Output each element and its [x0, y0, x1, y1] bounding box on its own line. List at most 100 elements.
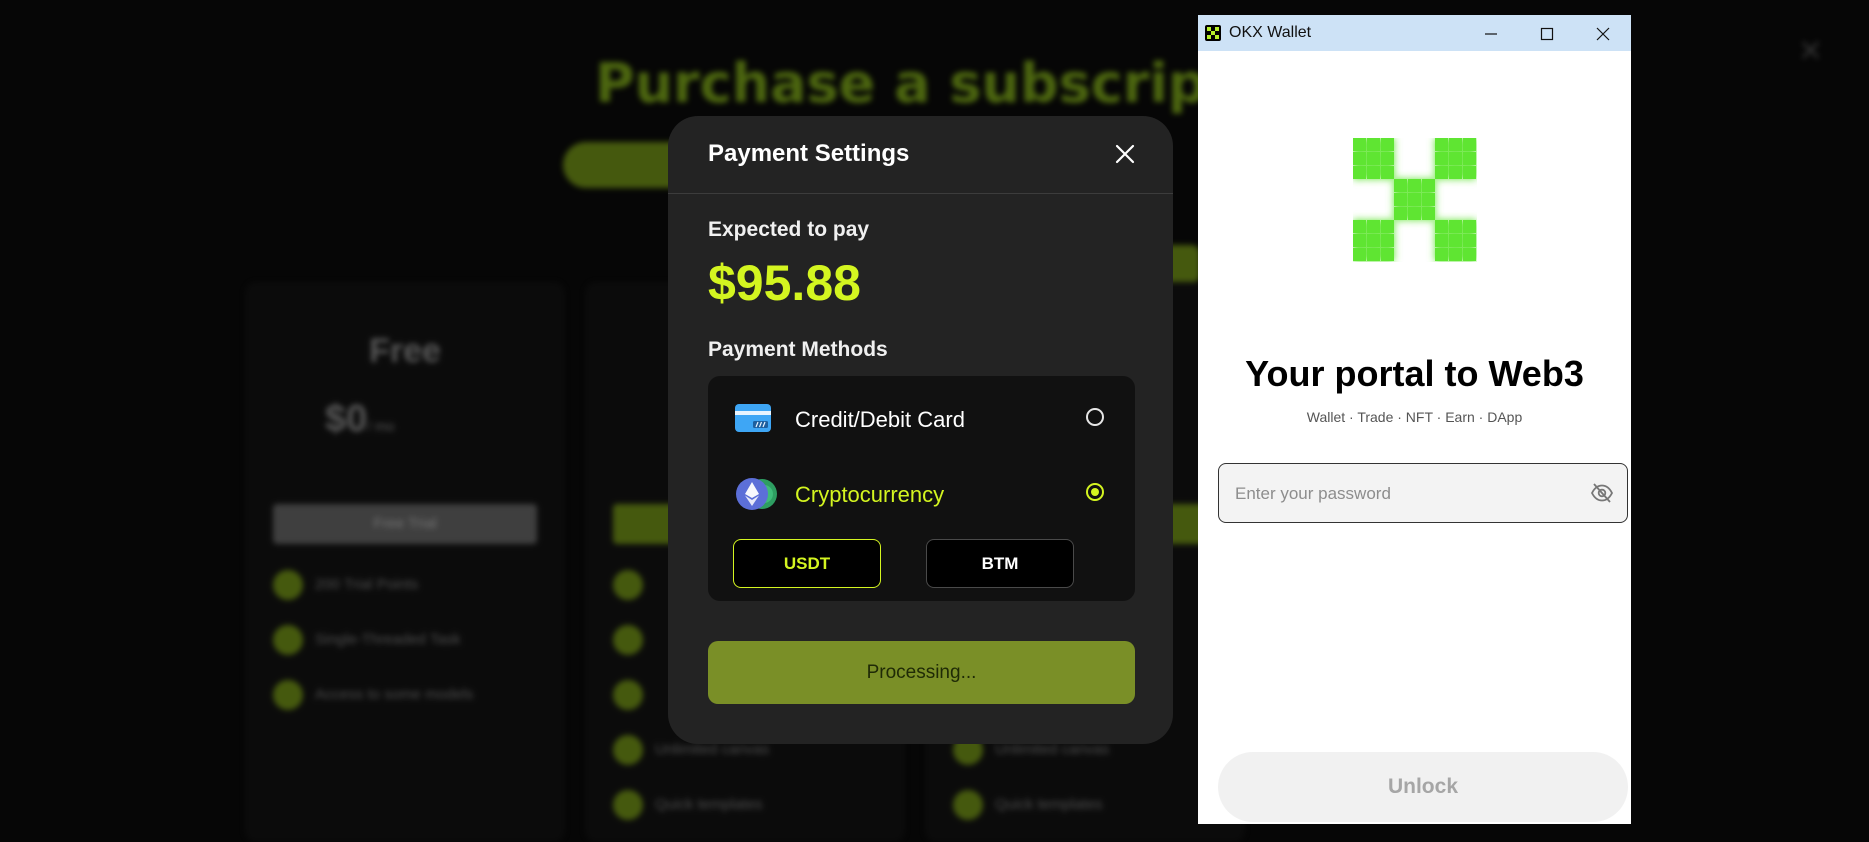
plan-feature-label: Access to some models	[315, 685, 474, 703]
logo-pixel	[1381, 234, 1394, 247]
logo-pixel	[1381, 248, 1394, 261]
method-label: Credit/Debit Card	[795, 407, 965, 432]
logo-pixel	[1367, 234, 1380, 247]
logo-pixel	[1435, 248, 1448, 261]
logo-pixel	[1367, 220, 1380, 233]
okx-logo-icon	[1205, 25, 1221, 41]
modal-title: Payment Settings	[708, 140, 910, 167]
plan-button: Free Trial	[273, 504, 537, 544]
logo-pixel	[1449, 248, 1462, 261]
logo-pixel	[1435, 234, 1448, 247]
payment-methods-label: Payment Methods	[708, 338, 888, 361]
plan-feature	[613, 570, 655, 600]
method-cryptocurrency[interactable]: Cryptocurrency	[708, 464, 1135, 524]
check-icon	[953, 790, 983, 820]
logo-pixel	[1449, 138, 1462, 151]
payment-settings-modal: Payment Settings Expected to pay $95.88 …	[668, 116, 1173, 744]
logo-pixel	[1381, 220, 1394, 233]
plan-feature	[613, 680, 655, 710]
logo-pixel	[1394, 179, 1407, 192]
maximize-button[interactable]	[1518, 15, 1574, 51]
method-credit-card[interactable]: Credit/Debit Card	[708, 389, 1135, 449]
logo-pixel	[1353, 234, 1366, 247]
check-icon	[613, 790, 643, 820]
plan-feature: Quick templates	[613, 790, 763, 820]
plan-name: Free	[369, 332, 441, 370]
window-titlebar: OKX Wallet	[1198, 15, 1631, 51]
radio-credit-card[interactable]	[1086, 408, 1104, 426]
window-close-button[interactable]	[1574, 15, 1630, 51]
logo-pixel	[1353, 248, 1366, 261]
processing-button[interactable]: Processing...	[708, 641, 1135, 704]
eye-off-icon[interactable]	[1590, 482, 1614, 504]
logo-pixel	[1353, 220, 1366, 233]
logo-pixel	[1381, 166, 1394, 179]
logo-pixel	[1435, 220, 1448, 233]
logo-pixel	[1422, 179, 1435, 192]
plan-feature: Single-Threaded Task	[273, 625, 461, 655]
close-icon: ✕	[1798, 35, 1824, 68]
logo-pixel	[1367, 138, 1380, 151]
currency-btm-button[interactable]: BTM	[926, 539, 1074, 588]
logo-pixel	[1408, 193, 1421, 206]
logo-pixel	[1463, 152, 1476, 165]
plan-feature-label: 200 Trial Points	[315, 575, 419, 593]
plan-card-free: Free $0/ mo Free Trial 200 Trial Points …	[245, 282, 565, 842]
credit-card-icon	[734, 401, 772, 440]
radio-cryptocurrency[interactable]	[1086, 483, 1104, 501]
unlock-button[interactable]: Unlock	[1218, 752, 1628, 822]
okx-wallet-window: OKX Wallet Your portal to Web3 Wallet · …	[1198, 15, 1631, 824]
window-title: OKX Wallet	[1229, 24, 1312, 41]
check-icon	[613, 570, 643, 600]
expected-to-pay-label: Expected to pay	[708, 218, 870, 241]
plan-price-period: / mo	[367, 418, 395, 434]
logo-pixel	[1381, 152, 1394, 165]
close-icon	[1115, 144, 1135, 164]
check-icon	[613, 735, 643, 765]
logo-pixel	[1367, 152, 1380, 165]
logo-pixel	[1463, 220, 1476, 233]
logo-pixel	[1422, 193, 1435, 206]
payment-amount: $95.88	[708, 255, 861, 311]
logo-pixel	[1449, 220, 1462, 233]
logo-pixel	[1422, 207, 1435, 220]
logo-pixel	[1353, 166, 1366, 179]
minimize-button[interactable]	[1462, 15, 1518, 51]
plan-feature: 200 Trial Points	[273, 570, 418, 600]
logo-pixel	[1463, 138, 1476, 151]
currency-usdt-button[interactable]: USDT	[733, 539, 881, 588]
plan-feature-label: Quick templates	[995, 795, 1103, 813]
logo-pixel	[1353, 152, 1366, 165]
check-icon	[273, 625, 303, 655]
password-field[interactable]	[1218, 463, 1628, 524]
logo-pixel	[1463, 234, 1476, 247]
password-input[interactable]	[1219, 464, 1587, 524]
plan-price: $0/ mo	[325, 398, 395, 441]
logo-pixel	[1381, 138, 1394, 151]
method-label: Cryptocurrency	[795, 482, 945, 507]
logo-pixel	[1463, 248, 1476, 261]
logo-pixel	[1394, 207, 1407, 220]
plan-price-value: $0	[325, 398, 368, 440]
close-icon	[1596, 27, 1610, 41]
logo-pixel	[1408, 207, 1421, 220]
logo-pixel	[1449, 234, 1462, 247]
check-icon	[273, 570, 303, 600]
close-button[interactable]	[1111, 140, 1139, 168]
logo-pixel	[1463, 166, 1476, 179]
logo-pixel	[1435, 166, 1448, 179]
check-icon	[273, 680, 303, 710]
logo-pixel	[1408, 179, 1421, 192]
logo-pixel	[1367, 248, 1380, 261]
logo-pixel	[1394, 193, 1407, 206]
headline: Your portal to Web3	[1245, 353, 1584, 394]
logo-pixel	[1449, 152, 1462, 165]
okx-logo-icon	[1353, 138, 1477, 267]
maximize-icon	[1540, 27, 1554, 41]
tagline: Wallet · Trade · NFT · Earn · DApp	[1306, 409, 1523, 425]
plan-feature: Access to some models	[273, 680, 473, 710]
minimize-icon	[1485, 33, 1497, 35]
logo-pixel	[1353, 138, 1366, 151]
check-icon	[613, 680, 643, 710]
payment-methods-box: Credit/Debit Card Cryptocurrency USDT BT…	[708, 376, 1135, 601]
